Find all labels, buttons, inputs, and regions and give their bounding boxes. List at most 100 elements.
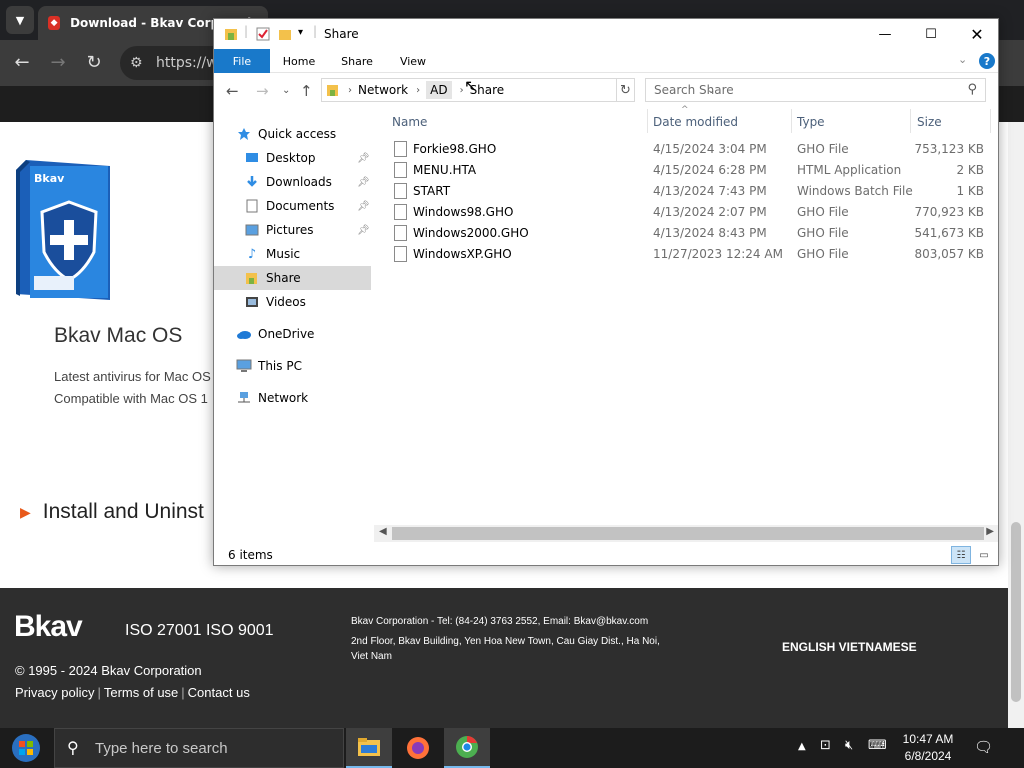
new-folder-icon[interactable] bbox=[278, 27, 292, 41]
clock[interactable]: 10:47 AM 6/8/2024 bbox=[890, 731, 966, 765]
sidebar-item-music[interactable]: ♪ Music bbox=[214, 242, 371, 266]
back-button[interactable]: ← bbox=[8, 48, 36, 76]
hta-file-icon bbox=[394, 162, 407, 178]
file-row[interactable]: Forkie98.GHO 4/15/2024 3:04 PM GHO File 753… bbox=[384, 139, 984, 160]
file-size: 753,123 KB bbox=[914, 142, 984, 156]
column-date-modified[interactable]: Date modified bbox=[653, 115, 738, 129]
pin-icon[interactable]: 📌︎ bbox=[357, 177, 370, 188]
file-row[interactable]: WindowsXP.GHO 11/27/2023 12:24 AM GHO File… bbox=[384, 244, 984, 265]
volume-muted-icon[interactable]: 🔇︎ bbox=[845, 738, 853, 753]
sidebar-item-this-pc[interactable]: This PC bbox=[214, 354, 371, 378]
file-date: 4/13/2024 8:43 PM bbox=[653, 226, 767, 240]
pin-icon[interactable]: 📌︎ bbox=[357, 225, 370, 236]
breadcrumb-ad[interactable]: AD bbox=[426, 81, 452, 99]
scroll-right-icon[interactable]: ▶ bbox=[986, 526, 994, 537]
scroll-left-icon[interactable]: ◀ bbox=[379, 526, 387, 537]
network-status-icon[interactable]: ⊡ bbox=[820, 738, 831, 753]
tab-share[interactable]: Share bbox=[334, 49, 380, 73]
file-row[interactable]: Windows2000.GHO 4/13/2024 8:43 PM GHO File… bbox=[384, 223, 984, 244]
properties-icon[interactable] bbox=[256, 27, 270, 41]
file-type: HTML Application bbox=[797, 163, 902, 177]
help-icon[interactable]: ? bbox=[979, 53, 995, 69]
column-name[interactable]: Name bbox=[392, 115, 427, 129]
notifications-icon[interactable]: 🗨︎ bbox=[974, 738, 993, 756]
file-row[interactable]: MENU.HTA 4/15/2024 6:28 PM HTML Applicatio… bbox=[384, 160, 984, 181]
file-date: 4/15/2024 6:28 PM bbox=[653, 163, 767, 177]
chrome-taskbar-button[interactable] bbox=[444, 728, 490, 768]
details-view-icon[interactable]: ☷ bbox=[951, 546, 971, 564]
sidebar-item-documents[interactable]: Documents 📌︎ bbox=[214, 194, 371, 218]
sidebar-item-videos[interactable]: Videos bbox=[214, 290, 371, 314]
windows-logo-icon bbox=[12, 734, 40, 762]
file-size: 803,057 KB bbox=[914, 247, 984, 261]
taskbar-search-input[interactable]: ⚲ Type here to search bbox=[54, 728, 344, 768]
terms-of-use-link[interactable]: Terms of use bbox=[104, 685, 178, 700]
maximize-button[interactable]: ☐ bbox=[908, 19, 954, 49]
file-name: Windows98.GHO bbox=[413, 205, 514, 219]
breadcrumb-separator-icon: › bbox=[348, 84, 352, 96]
horizontal-scrollbar[interactable]: ◀ ▶ bbox=[374, 525, 998, 542]
recent-locations-icon[interactable]: ⌄ bbox=[282, 85, 290, 96]
search-icon: ⚲ bbox=[67, 740, 79, 757]
up-arrow-icon[interactable]: ↑ bbox=[300, 82, 313, 100]
firefox-taskbar-button[interactable] bbox=[395, 728, 441, 768]
customize-toolbar-icon[interactable]: ▾ bbox=[298, 27, 303, 38]
large-icons-view-icon[interactable]: ▭ bbox=[974, 546, 994, 564]
pin-icon[interactable]: 📌︎ bbox=[357, 153, 370, 164]
sidebar-item-downloads[interactable]: Downloads 📌︎ bbox=[214, 170, 371, 194]
sidebar-item-pictures[interactable]: Pictures 📌︎ bbox=[214, 218, 371, 242]
search-input[interactable]: Search Share ⚲ bbox=[645, 78, 986, 102]
keyboard-icon[interactable]: ⌨ bbox=[868, 738, 887, 753]
sidebar-item-onedrive[interactable]: OneDrive bbox=[214, 322, 371, 346]
file-size: 541,673 KB bbox=[914, 226, 984, 240]
sidebar-item-label: Network bbox=[258, 391, 309, 405]
sort-caret-icon: ^ bbox=[681, 105, 689, 115]
minimize-button[interactable]: — bbox=[862, 19, 908, 49]
tab-view[interactable]: View bbox=[390, 49, 436, 73]
sidebar-item-desktop[interactable]: Desktop 📌︎ bbox=[214, 146, 371, 170]
back-arrow-icon[interactable]: ← bbox=[226, 82, 239, 100]
file-explorer-window: | ▾ | Share — ☐ ✕ File Home Share View ⌄… bbox=[213, 18, 999, 566]
file-name: Windows2000.GHO bbox=[413, 226, 529, 240]
folder-icon bbox=[244, 270, 260, 286]
contact-us-link[interactable]: Contact us bbox=[188, 685, 250, 700]
column-size[interactable]: Size bbox=[917, 115, 942, 129]
reload-button[interactable]: ↻ bbox=[80, 48, 108, 76]
file-type: GHO File bbox=[797, 226, 849, 240]
file-row[interactable]: Windows98.GHO 4/13/2024 2:07 PM GHO File 77… bbox=[384, 202, 984, 223]
sidebar-item-quick-access[interactable]: Quick access bbox=[214, 122, 371, 146]
install-uninstall-heading[interactable]: ▶ Install and Uninst bbox=[20, 500, 204, 524]
tab-search-button[interactable]: ▼ bbox=[6, 6, 34, 34]
product-box-image: Bkav bbox=[16, 160, 110, 300]
sidebar-item-share[interactable]: Share bbox=[214, 266, 371, 290]
site-info-icon[interactable]: ⚙ bbox=[130, 55, 143, 71]
expand-ribbon-icon[interactable]: ⌄ bbox=[958, 53, 967, 66]
sidebar-item-network[interactable]: Network bbox=[214, 386, 371, 410]
forward-arrow-icon[interactable]: → bbox=[256, 82, 269, 100]
tab-file[interactable]: File bbox=[214, 49, 270, 73]
close-button[interactable]: ✕ bbox=[954, 19, 1000, 49]
pin-icon[interactable]: 📌︎ bbox=[357, 201, 370, 212]
show-hidden-icons-icon[interactable]: ▲ bbox=[798, 741, 806, 752]
explorer-title-bar[interactable]: | ▾ | Share — ☐ ✕ bbox=[214, 19, 998, 49]
column-type[interactable]: Type bbox=[797, 115, 825, 129]
page-scrollbar-thumb[interactable] bbox=[1011, 522, 1021, 702]
file-row[interactable]: START 4/13/2024 7:43 PM Windows Batch File… bbox=[384, 181, 984, 202]
batch-file-icon bbox=[394, 183, 407, 199]
sidebar-item-label: Downloads bbox=[266, 175, 332, 189]
tab-home[interactable]: Home bbox=[276, 49, 322, 73]
caret-right-icon: ▶ bbox=[20, 503, 31, 520]
start-button[interactable] bbox=[4, 728, 48, 768]
breadcrumb-network[interactable]: Network bbox=[358, 83, 408, 97]
page-scrollbar[interactable] bbox=[1008, 122, 1024, 728]
computer-icon bbox=[236, 358, 252, 374]
language-switch[interactable]: ENGLISH VIETNAMESE bbox=[782, 640, 917, 654]
forward-button[interactable]: → bbox=[44, 48, 72, 76]
footer-contact: Bkav Corporation - Tel: (84-24) 3763 255… bbox=[351, 614, 671, 664]
site-footer: Bkav ISO 27001 ISO 9001 © 1995 - 2024 Bk… bbox=[0, 588, 1024, 728]
privacy-policy-link[interactable]: Privacy policy bbox=[15, 685, 94, 700]
url-text: https://w bbox=[156, 55, 218, 71]
file-explorer-taskbar-button[interactable] bbox=[346, 728, 392, 768]
horizontal-scrollbar-thumb[interactable] bbox=[392, 527, 984, 540]
refresh-icon[interactable]: ↻ bbox=[617, 78, 635, 102]
